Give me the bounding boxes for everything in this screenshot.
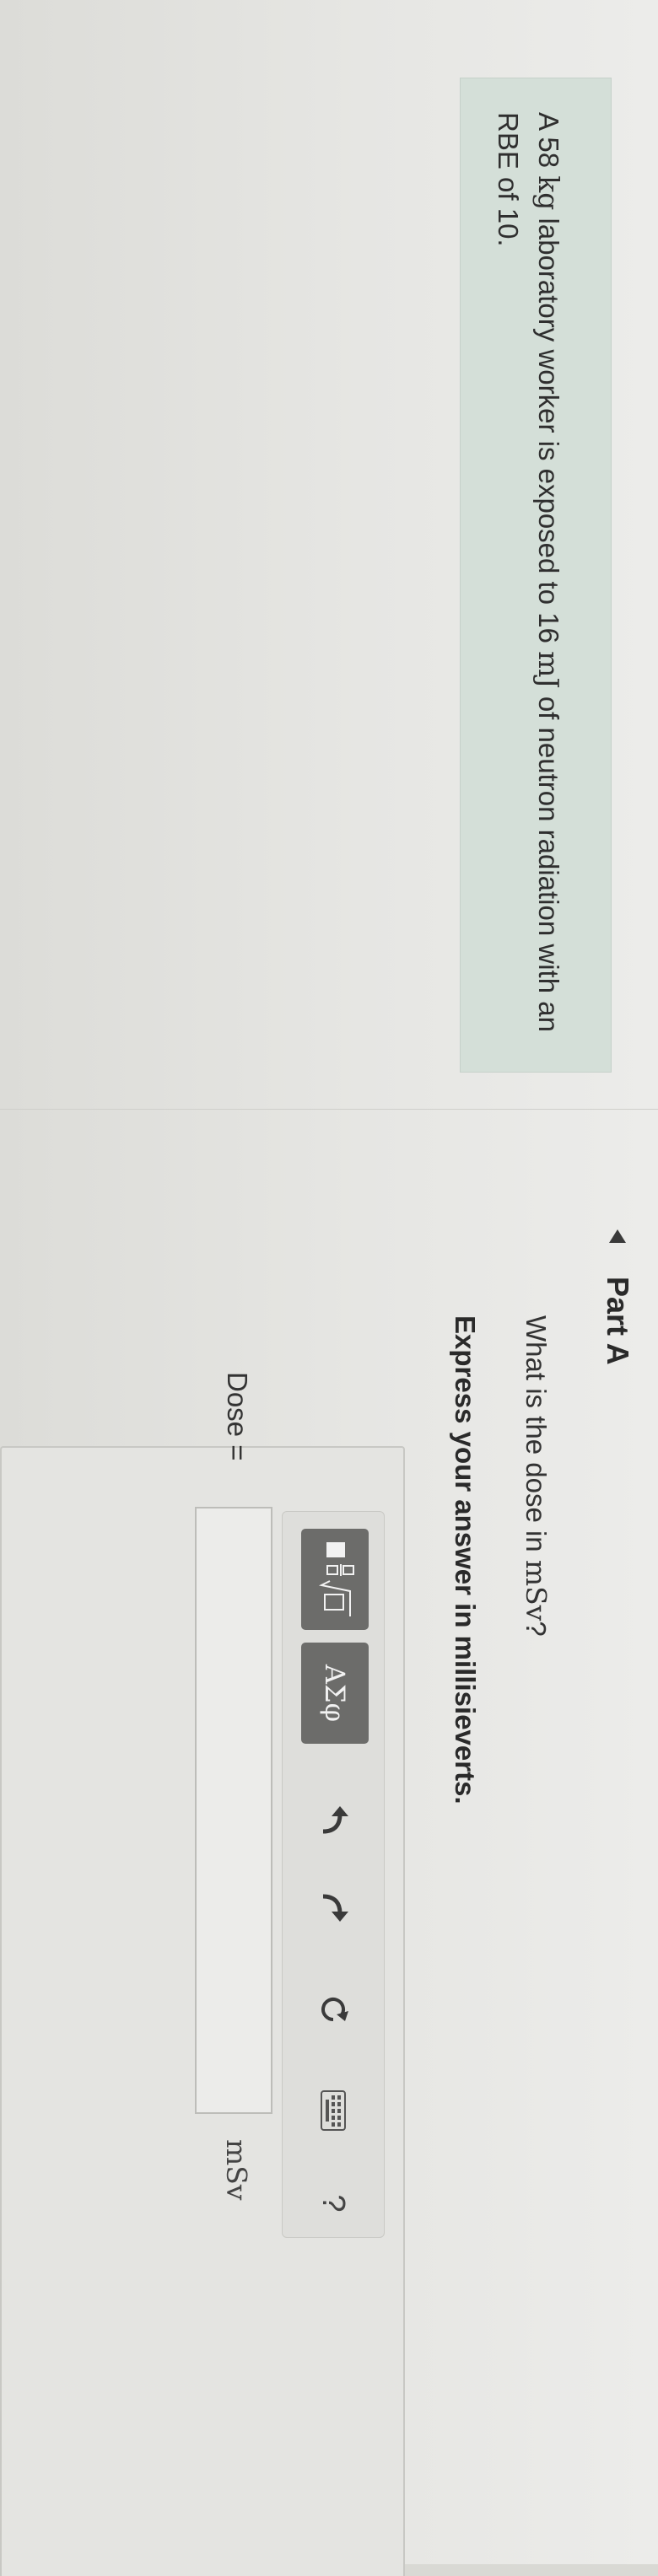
keyboard-button[interactable] bbox=[308, 2085, 359, 2136]
math-toolbar: ΑΣφ ? bbox=[282, 1511, 385, 2238]
dose-answer-input[interactable] bbox=[195, 1507, 272, 2114]
mass-unit: kg bbox=[532, 175, 565, 211]
part-header[interactable]: Part A bbox=[592, 1229, 643, 1365]
caret-down-icon[interactable] bbox=[609, 1229, 626, 1243]
reset-icon bbox=[321, 1998, 348, 2021]
redo-icon bbox=[322, 1894, 348, 1922]
help-button[interactable]: ? bbox=[308, 2178, 359, 2229]
redo-button[interactable] bbox=[308, 1883, 359, 1933]
undo-button[interactable] bbox=[308, 1794, 359, 1845]
undo-icon bbox=[322, 1806, 348, 1834]
question-suffix: ? bbox=[520, 1621, 552, 1637]
keyboard-icon bbox=[321, 2090, 346, 2131]
question-unit: mSv bbox=[520, 1559, 553, 1621]
problem-text-before: A 58 bbox=[533, 112, 564, 176]
reset-button[interactable] bbox=[308, 1984, 359, 2035]
page: A 58 kg laboratory worker is exposed to … bbox=[0, 0, 658, 2576]
question-prefix: What is the dose in bbox=[520, 1315, 552, 1560]
answer-instruction: Express your answer in millisieverts. bbox=[450, 1315, 481, 1804]
dose-label: Dose = bbox=[222, 1372, 253, 1461]
energy-unit: mJ bbox=[532, 651, 565, 689]
templates-button[interactable] bbox=[301, 1529, 369, 1630]
part-label: Part A bbox=[601, 1277, 635, 1365]
templates-icon bbox=[318, 1542, 354, 1616]
greek-symbols-button[interactable]: ΑΣφ bbox=[301, 1643, 369, 1744]
question-text: What is the dose in mSv? bbox=[520, 1315, 553, 1637]
problem-text-middle: laboratory worker is exposed to 16 bbox=[533, 210, 564, 652]
answer-unit-label: mSv bbox=[220, 2139, 253, 2201]
problem-statement: A 58 kg laboratory worker is exposed to … bbox=[460, 78, 612, 1073]
answer-panel: ΑΣφ ? Dose = mSv bbox=[0, 1372, 405, 2576]
column-divider bbox=[0, 1109, 658, 1110]
